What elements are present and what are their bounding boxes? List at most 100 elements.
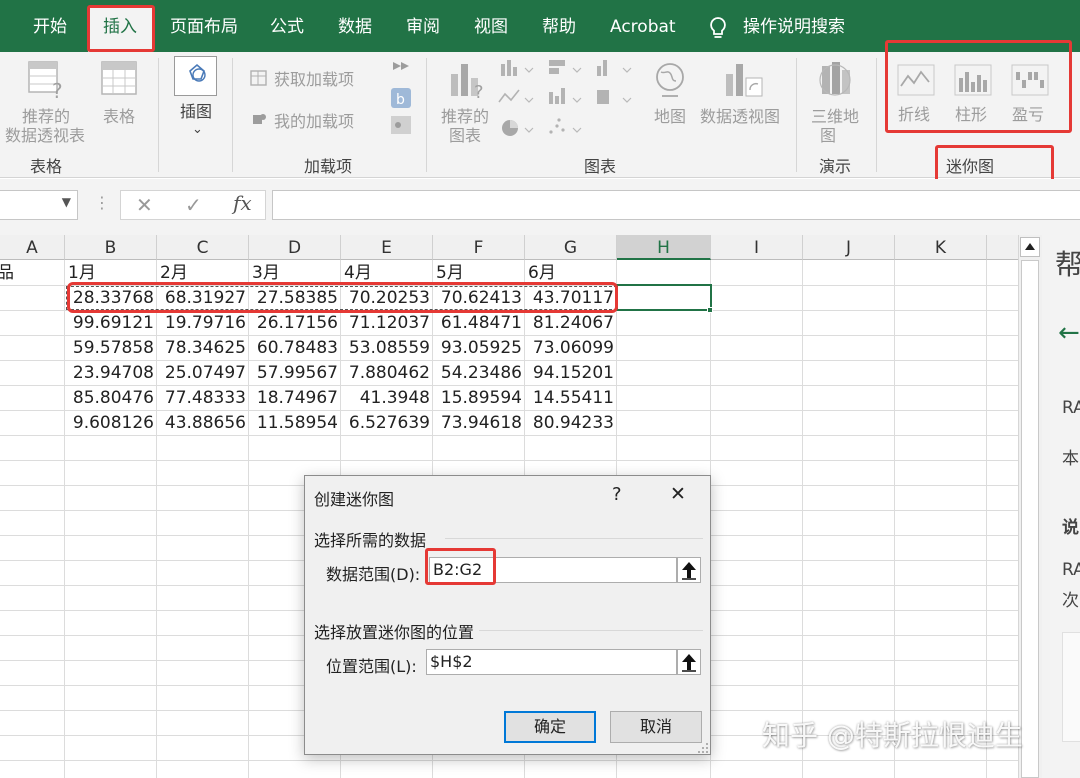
cell-value[interactable]: 18.74967 [249,385,341,410]
my-addins-button[interactable]: 我的加载项 [274,112,354,131]
location-range-input[interactable]: $H$2 [426,649,677,675]
cell-value[interactable]: 80.94233 [525,410,617,435]
illustrations-button-frame[interactable] [174,56,217,96]
cell-value[interactable]: 73.06099 [525,335,617,360]
help-text: 次 [1062,591,1079,611]
tab-home[interactable]: 开始 [33,0,67,52]
ok-button[interactable]: 确定 [504,711,596,743]
globe-map-icon [656,63,684,97]
column-header-c[interactable]: C [157,235,249,260]
cell-value[interactable]: 6.527639 [341,410,433,435]
cell-value[interactable]: 71.12037 [341,310,433,335]
recommended-pivot-label-2[interactable]: 数据透视表 [5,126,85,145]
column-header-k[interactable]: K [895,235,987,260]
dialog-close-icon[interactable]: ✕ [670,483,686,505]
column-header-b[interactable]: B [65,235,157,260]
fill-handle[interactable] [707,307,713,313]
3d-map-label[interactable]: 三维地 [811,107,859,126]
dialog-title: 创建迷你图 [314,490,395,509]
cell-value[interactable]: 93.05925 [433,335,525,360]
cell-value[interactable]: 9.608126 [65,410,157,435]
tell-me-search[interactable]: 操作说明搜索 [743,0,845,52]
column-header-j[interactable]: J [803,235,895,260]
pivot-chart-button[interactable]: 数据透视图 [700,107,780,126]
column-header-e[interactable]: E [341,235,433,260]
more-options-icon: ⋮ [94,193,110,212]
resize-grip-icon[interactable] [697,742,709,754]
chart-type-gallery-icon[interactable] [497,58,637,142]
insert-function-icon[interactable]: fx [233,191,252,215]
column-header-d[interactable]: D [249,235,341,260]
location-range-collapse-button[interactable] [677,649,701,675]
recommended-charts-label-2[interactable]: 图表 [449,126,481,145]
cell-value[interactable]: 41.3948 [341,385,433,410]
tab-help[interactable]: 帮助 [542,0,576,52]
store-icon [250,70,267,86]
map-chart-button[interactable]: 地图 [654,107,686,126]
column-header-i[interactable]: I [711,235,803,260]
cell-value[interactable]: 77.48333 [157,385,249,410]
back-arrow-icon[interactable]: ← [1058,318,1080,348]
column-header-next[interactable] [987,235,1018,260]
name-box[interactable]: ▼ [0,190,78,220]
group-divider [426,58,427,172]
cell-value[interactable]: 54.23486 [433,360,525,385]
arrow-up-icon [682,562,696,580]
tab-page-layout[interactable]: 页面布局 [170,0,238,52]
cell-value[interactable]: 53.08559 [341,335,433,360]
recommended-pivot-label[interactable]: 推荐的 [22,107,70,126]
formula-input[interactable] [272,190,1080,220]
cell-value[interactable]: 15.89594 [433,385,525,410]
dropdown-arrow-icon[interactable]: ▼ [62,195,71,209]
3d-map-label-2[interactable]: 图 [820,126,836,145]
data-range-collapse-button[interactable] [677,557,701,583]
cell-value[interactable]: 81.24067 [525,310,617,335]
cell-value[interactable]: 99.69121 [65,310,157,335]
get-addins-button[interactable]: 获取加载项 [274,70,354,89]
enter-check-icon[interactable]: ✓ [185,193,202,217]
cancel-icon[interactable]: ✕ [136,193,153,217]
table-button[interactable]: 表格 [103,107,135,126]
cell-a1[interactable]: 品 [0,260,62,285]
group-charts-label: 图表 [584,157,617,176]
cell-value[interactable]: 85.80476 [65,385,157,410]
tab-acrobat[interactable]: Acrobat [610,0,676,52]
illustrations-label[interactable]: 插图 [180,102,212,121]
data-range-input-highlight [425,548,496,585]
cell-value[interactable]: 11.58954 [249,410,341,435]
cell-value[interactable]: 57.99567 [249,360,341,385]
cell-value[interactable]: 43.88656 [157,410,249,435]
cell-value[interactable]: 59.57858 [65,335,157,360]
dialog-help-button[interactable]: ? [612,484,622,505]
cell-value[interactable]: 23.94708 [65,360,157,385]
cell-value[interactable]: 25.07497 [157,360,249,385]
group-tours-label: 演示 [819,157,852,176]
sparkline-buttons-highlight [885,40,1072,133]
tab-data[interactable]: 数据 [338,0,372,52]
cell-value[interactable]: 26.17156 [249,310,341,335]
column-header-f[interactable]: F [433,235,525,260]
column-header-h[interactable]: H [617,235,711,260]
scroll-up-button[interactable] [1020,237,1040,257]
insert-tab-highlight [87,5,155,52]
recommended-charts-icon: ? [451,64,484,100]
active-cell-h2[interactable] [616,284,712,311]
tab-formulas[interactable]: 公式 [270,0,304,52]
cell-value[interactable]: 14.55411 [525,385,617,410]
tab-view[interactable]: 视图 [474,0,508,52]
cell-value[interactable]: 78.34625 [157,335,249,360]
column-header-a[interactable]: A [0,235,65,260]
cell-value[interactable]: 7.880462 [341,360,433,385]
scroll-thumb[interactable] [1021,260,1039,778]
group-tables-label: 表格 [30,157,63,176]
cell-value[interactable]: 60.78483 [249,335,341,360]
cancel-button[interactable]: 取消 [610,711,702,743]
tab-review[interactable]: 审阅 [406,0,440,52]
cell-value[interactable]: 94.15201 [525,360,617,385]
cell-value[interactable]: 61.48471 [433,310,525,335]
cell-value[interactable]: 73.94618 [433,410,525,435]
recommended-charts-label[interactable]: 推荐的 [441,107,489,126]
section-choose-data: 选择所需的数据 [314,531,427,550]
column-header-g[interactable]: G [525,235,617,260]
cell-value[interactable]: 19.79716 [157,310,249,335]
